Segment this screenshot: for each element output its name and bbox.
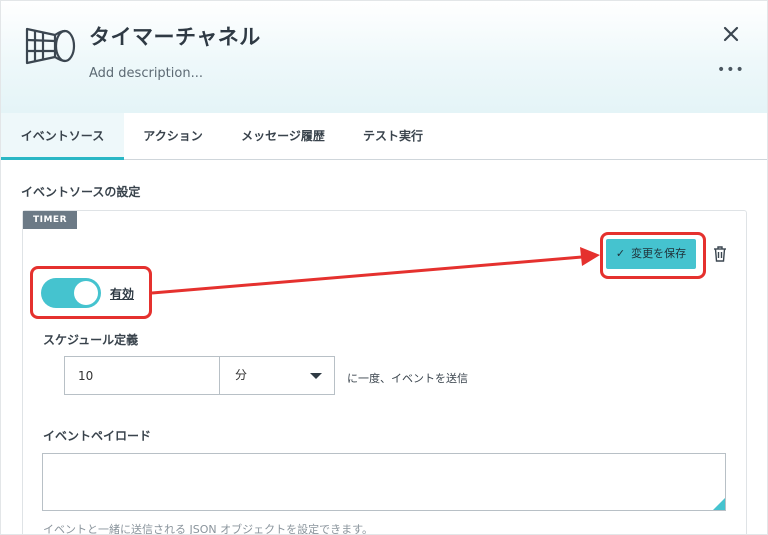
schedule-suffix: に一度、イベントを送信 xyxy=(347,372,468,385)
tab-message-history[interactable]: メッセージ履歴 xyxy=(230,113,336,160)
save-button-label: 変更を保存 xyxy=(631,247,687,260)
payload-textarea[interactable] xyxy=(42,453,726,511)
tab-event-source[interactable]: イベントソース xyxy=(1,113,124,160)
tab-bar: イベントソース アクション メッセージ履歴 テスト実行 xyxy=(1,113,767,160)
payload-label: イベントペイロード xyxy=(43,429,152,443)
unit-select[interactable]: 分 xyxy=(219,356,335,395)
net-channel-icon xyxy=(25,27,76,65)
payload-helper-text: イベントと一緒に送信される JSON オブジェクトを設定できます。 xyxy=(43,523,374,535)
check-icon: ✓ xyxy=(615,247,626,260)
section-title: イベントソースの設定 xyxy=(21,185,141,199)
close-icon[interactable] xyxy=(720,23,742,45)
page-title: タイマーチャネル xyxy=(89,25,261,49)
channel-panel: タイマーチャネル Add description... ••• イベントソース … xyxy=(0,0,768,535)
trash-icon[interactable] xyxy=(712,245,728,263)
description-field[interactable]: Add description... xyxy=(89,66,203,81)
enabled-toggle[interactable] xyxy=(41,278,101,308)
panel-header: タイマーチャネル Add description... ••• xyxy=(1,1,767,113)
chevron-down-icon xyxy=(310,373,322,379)
tab-test-run[interactable]: テスト実行 xyxy=(351,113,435,160)
schedule-label: スケジュール定義 xyxy=(43,333,139,347)
toggle-knob xyxy=(74,281,98,305)
unit-select-value: 分 xyxy=(235,368,248,382)
resize-handle[interactable] xyxy=(713,498,725,510)
interval-input[interactable] xyxy=(64,356,220,395)
timer-badge: TIMER xyxy=(23,211,77,229)
enabled-label: 有効 xyxy=(110,287,135,301)
save-changes-button[interactable]: ✓ 変更を保存 xyxy=(606,239,696,269)
tab-actions[interactable]: アクション xyxy=(129,113,217,160)
more-options-icon[interactable]: ••• xyxy=(717,63,745,77)
